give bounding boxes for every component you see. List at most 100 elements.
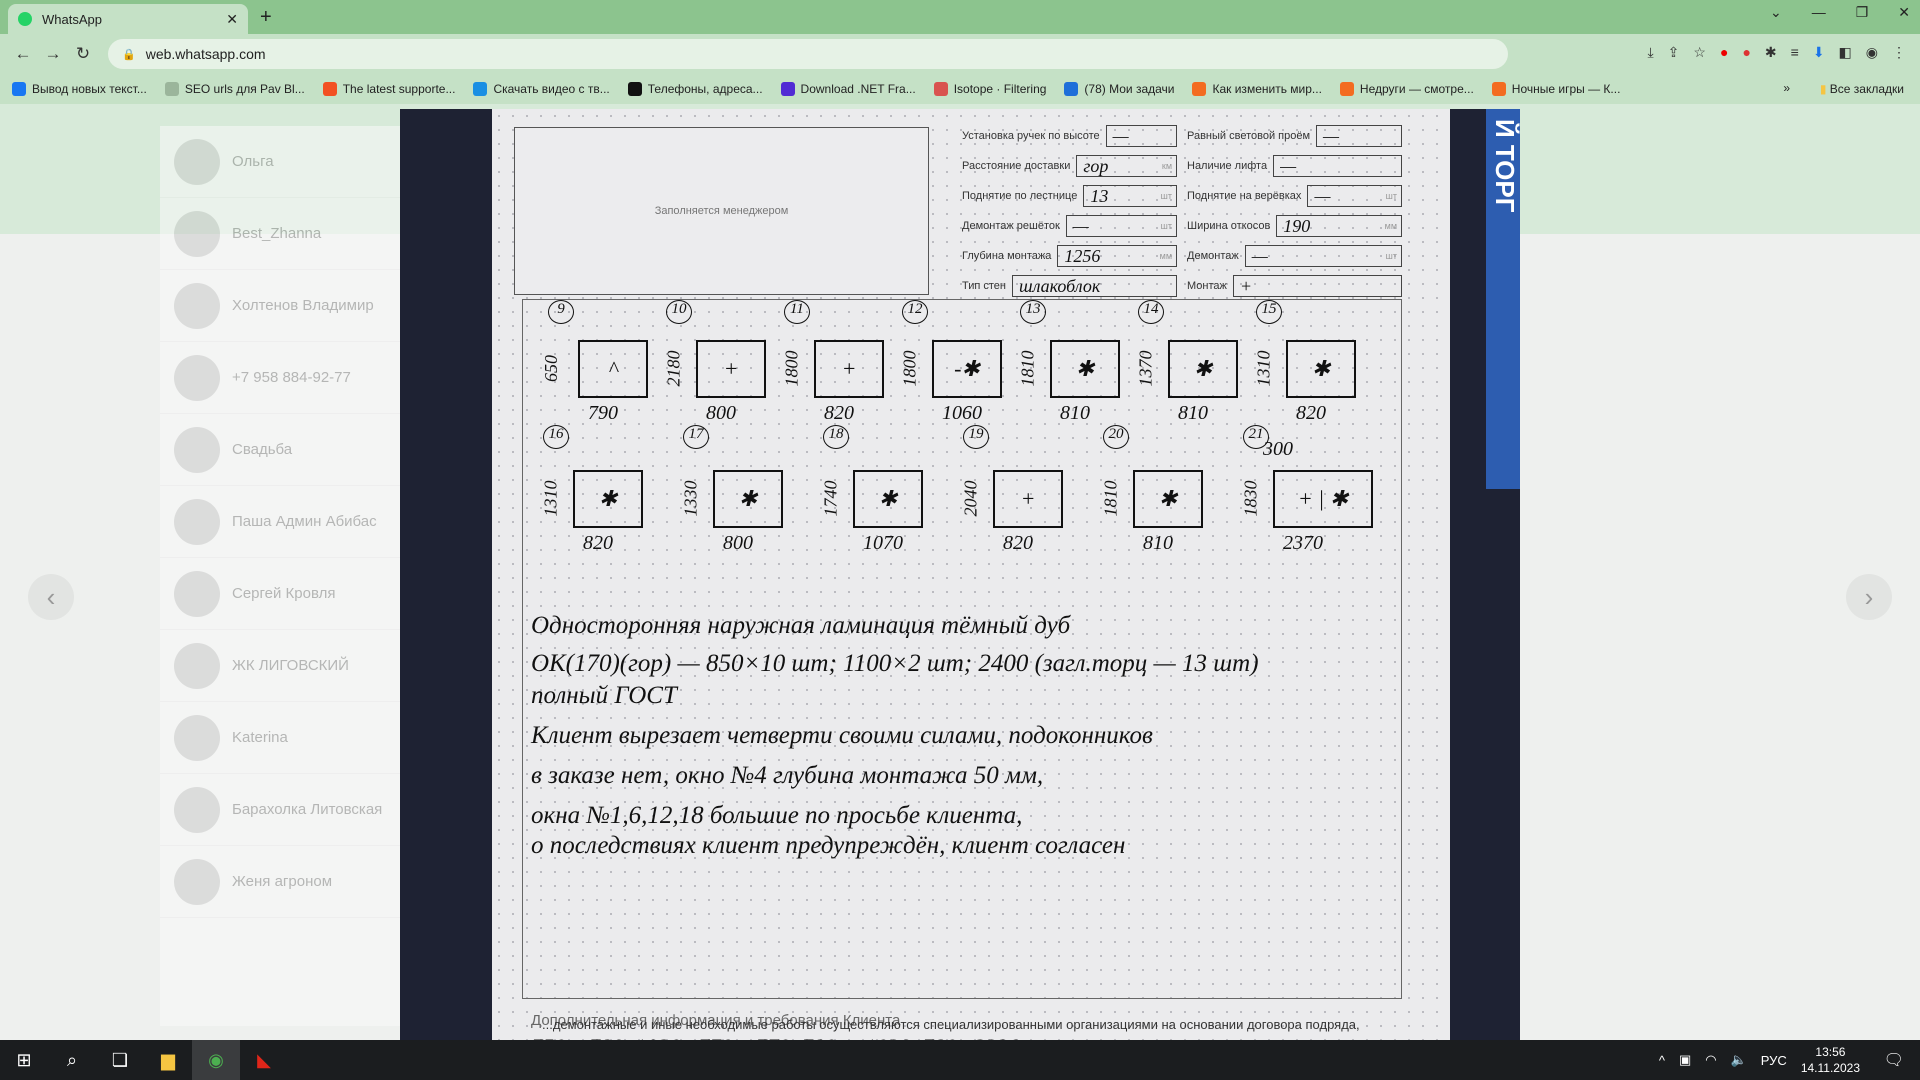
chat-list-item[interactable]: Паша Админ Абибас xyxy=(160,486,400,558)
avatar xyxy=(174,138,220,185)
window-width: 820 xyxy=(583,532,613,554)
form-field: Наличие лифта — xyxy=(1187,155,1402,177)
chat-list-item[interactable]: ЖК ЛИГОВСКИЙ xyxy=(160,630,400,702)
avatar xyxy=(174,642,220,689)
minimize-button[interactable]: — xyxy=(1812,4,1826,21)
window-height: 1800 xyxy=(899,350,920,387)
bookmark-favicon-icon xyxy=(164,82,179,96)
previous-media-button[interactable]: ‹ xyxy=(28,574,74,620)
close-window-button[interactable]: ✕ xyxy=(1898,4,1910,21)
chat-list-item[interactable]: Холтенов Владимир xyxy=(160,270,400,342)
bookmark-item[interactable]: Как изменить мир... xyxy=(1192,82,1322,96)
sidepanel-icon[interactable]: ◧ xyxy=(1839,44,1852,61)
window-sketch: ✱ xyxy=(1286,340,1356,398)
bookmark-item[interactable]: Isotope · Filtering xyxy=(933,82,1046,96)
bookmark-item[interactable]: The latest supporte... xyxy=(322,82,455,96)
handwritten-note: окна №1,6,12,18 большие по просьбе клиен… xyxy=(531,802,1023,829)
whatsapp-icon xyxy=(18,12,32,26)
chat-list-item[interactable]: Best_Zhanna xyxy=(160,198,400,270)
window-sketch: ✱ xyxy=(713,470,783,528)
form-field: Поднятие по лестнице 13 шт xyxy=(962,185,1177,207)
handwritten-note: в заказе нет, окно №4 глубина монтажа 50… xyxy=(531,762,1044,789)
media-viewer: Ольга Best_Zhanna Холтенов Владимир +7 958 … xyxy=(0,104,1920,1040)
star-icon[interactable]: ☆ xyxy=(1693,44,1706,61)
reload-button[interactable]: ↻ xyxy=(68,44,98,64)
media-icon[interactable]: ≡ xyxy=(1791,44,1799,61)
acrobat-icon[interactable]: ◣ xyxy=(240,1040,288,1080)
bookmark-favicon-icon xyxy=(1192,82,1207,96)
form-field-value: — шт xyxy=(1244,245,1402,267)
wifi-icon[interactable]: ◠ xyxy=(1705,1052,1716,1068)
chat-list-item[interactable]: Ольга xyxy=(160,126,400,198)
window-number: 18 xyxy=(823,425,849,449)
menu-icon[interactable]: ⋮ xyxy=(1892,44,1906,61)
form-field: Установка ручек по высоте — xyxy=(962,125,1177,147)
start-button[interactable]: ⊞ xyxy=(0,1040,48,1080)
taskbar: ⊞ ⌕ ❏ ▆ ◉ ◣ ^ ▣ ◠ 🔈 РУС 13:56 14.11.2023 … xyxy=(0,1040,1920,1080)
clock[interactable]: 13:56 14.11.2023 xyxy=(1801,1044,1860,1076)
avatar xyxy=(174,858,220,905)
form-field: Монтаж + xyxy=(1187,275,1402,297)
back-button[interactable]: ← xyxy=(8,44,38,64)
chat-list-item[interactable]: +7 958 884-92-77 xyxy=(160,342,400,414)
chat-list-item[interactable]: Сергей Кровля xyxy=(160,558,400,630)
window-number: 13 xyxy=(1020,300,1046,324)
window-width: 790 xyxy=(588,402,618,424)
bookmark-item[interactable]: Download .NET Fra... xyxy=(780,82,916,96)
avatar xyxy=(174,210,220,257)
search-icon[interactable]: ⌕ xyxy=(48,1040,96,1080)
chat-list-item[interactable]: Женя агроном xyxy=(160,846,400,918)
chat-list-item[interactable]: Барахолка Литовская xyxy=(160,774,400,846)
notifications-icon[interactable]: 🗨 xyxy=(1884,1050,1904,1070)
bookmark-item[interactable]: (78) Мои задачи xyxy=(1064,82,1174,96)
opera-icon[interactable]: ● xyxy=(1720,44,1728,61)
window-number: 12 xyxy=(902,300,928,324)
form-field: Расстояние доставки гор км xyxy=(962,155,1177,177)
window-sketch: ✱ xyxy=(1133,470,1203,528)
bookmark-item[interactable]: SEO urls для Pav Bl... xyxy=(164,82,305,96)
window-width: 1060 xyxy=(942,402,982,424)
close-tab-icon[interactable]: ✕ xyxy=(226,11,238,28)
adblock-icon[interactable]: ● xyxy=(1742,44,1750,61)
bookmark-item[interactable]: Телефоны, адреса... xyxy=(627,82,763,96)
restore-button[interactable]: ❐ xyxy=(1856,4,1869,21)
window-width: 800 xyxy=(706,402,736,424)
avatar xyxy=(174,498,220,545)
tray-chevron-icon[interactable]: ^ xyxy=(1659,1053,1665,1068)
install-icon[interactable]: ⤓ xyxy=(1647,44,1653,61)
bookmark-favicon-icon xyxy=(627,82,642,96)
tab-search-icon[interactable]: ⌄ xyxy=(1770,4,1782,21)
volume-icon[interactable]: 🔈 xyxy=(1731,1052,1747,1068)
form-field-value: 1256 мм xyxy=(1057,245,1177,267)
next-media-button[interactable]: › xyxy=(1846,574,1892,620)
window-sketch: ✱ xyxy=(853,470,923,528)
profile-avatar[interactable]: ◉ xyxy=(1866,44,1878,61)
extensions-icon[interactable]: ✱ xyxy=(1765,44,1777,61)
bookmark-item[interactable]: Скачать видео с тв... xyxy=(473,82,610,96)
meet-icon[interactable]: ▣ xyxy=(1679,1052,1691,1068)
download-icon[interactable]: ⬇ xyxy=(1813,44,1825,61)
form-row: Глубина монтажа 1256 мм Демонтаж — шт xyxy=(962,241,1402,271)
forward-button[interactable]: → xyxy=(38,44,68,64)
bookmarks-overflow[interactable]: » xyxy=(1783,81,1790,95)
new-tab-button[interactable]: + xyxy=(260,6,272,29)
window-sketch-grid: Дополнительная информация и требования К… xyxy=(522,299,1402,1040)
chrome-icon[interactable]: ◉ xyxy=(192,1040,240,1080)
tab-whatsapp[interactable]: WhatsApp ✕ xyxy=(8,4,248,34)
bookmark-item[interactable]: Ночные игры — К... xyxy=(1491,82,1620,96)
window-sketch: + xyxy=(993,470,1063,528)
avatar xyxy=(174,354,220,401)
share-icon[interactable]: ⇪ xyxy=(1668,44,1680,61)
form-field-value: — xyxy=(1105,125,1177,147)
bookmark-favicon-icon xyxy=(1064,82,1079,96)
window-sketch: + | ✱ xyxy=(1273,470,1373,528)
bookmark-item[interactable]: Вывод новых текст... xyxy=(12,82,147,96)
task-view-icon[interactable]: ❏ xyxy=(96,1040,144,1080)
chat-list-item[interactable]: Свадьба xyxy=(160,414,400,486)
file-explorer-icon[interactable]: ▆ xyxy=(144,1040,192,1080)
language-indicator[interactable]: РУС xyxy=(1761,1053,1787,1068)
address-bar[interactable]: 🔒 web.whatsapp.com xyxy=(108,39,1508,69)
chat-list-item[interactable]: Katerina xyxy=(160,702,400,774)
bookmark-item[interactable]: Недруги — смотре... xyxy=(1339,82,1474,96)
bookmark-all[interactable]: ▮ Все закладки xyxy=(1820,82,1904,96)
